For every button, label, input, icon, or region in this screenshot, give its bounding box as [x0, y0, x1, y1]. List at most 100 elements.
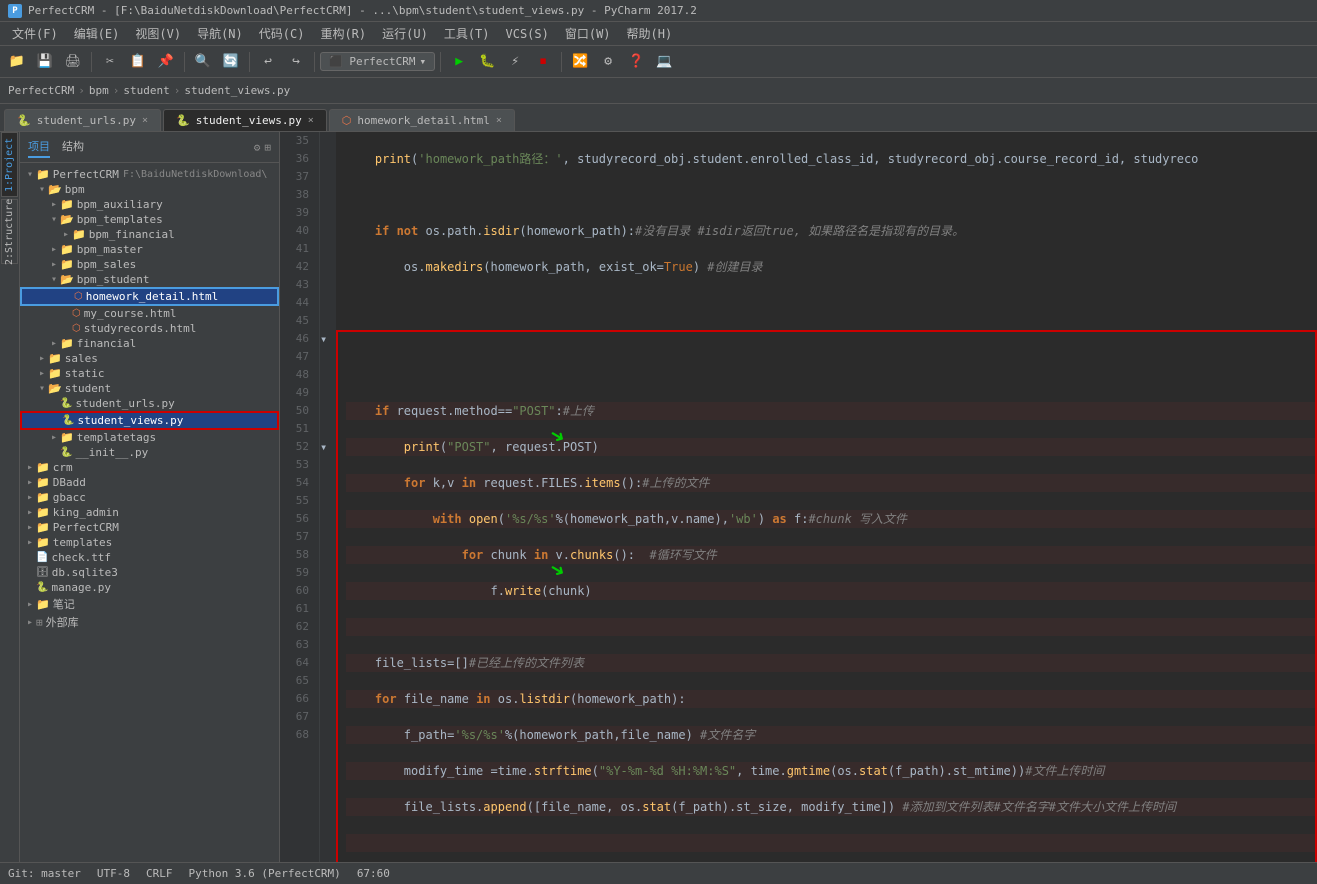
code-line-52: modify_time =time.strftime("%Y-%m-%d %H:…	[346, 762, 1317, 780]
undo-btn[interactable]: ↩	[255, 49, 281, 75]
tree-item-studyrecords[interactable]: ⬡ studyrecords.html	[20, 321, 279, 336]
save-btn[interactable]: 💾	[32, 49, 58, 75]
tree-item-sqlite[interactable]: 🗄 db.sqlite3	[20, 565, 279, 580]
tree-item-notes[interactable]: ▸ 📁 笔记	[20, 595, 279, 613]
menu-run[interactable]: 运行(U)	[374, 23, 436, 44]
html-file-icon2: ⬡	[72, 308, 81, 319]
expand-icon: ▸	[24, 522, 36, 533]
copy-btn[interactable]: 📋	[125, 49, 151, 75]
tree-item-manage[interactable]: 🐍 manage.py	[20, 580, 279, 595]
menu-navigate[interactable]: 导航(N)	[189, 23, 251, 44]
code-editor[interactable]: 35 36 37 38 39 40 41 42 43 44 45 46 47 4…	[280, 132, 1317, 884]
terminal-btn[interactable]: 💻	[651, 49, 677, 75]
project-tab[interactable]: 1:Project	[1, 132, 18, 197]
paste-btn[interactable]: 📌	[153, 49, 179, 75]
tree-item-financial[interactable]: ▸ 📁 financial	[20, 336, 279, 351]
menu-file[interactable]: 文件(F)	[4, 23, 66, 44]
tab-student-urls[interactable]: 🐍 student_urls.py ×	[4, 109, 161, 131]
ln-64: 64	[280, 654, 313, 672]
code-line-36	[346, 186, 1317, 204]
tree-item-bpm-auxiliary[interactable]: ▸ 📁 bpm_auxiliary	[20, 197, 279, 212]
tree-item-bpm-sales[interactable]: ▸ 📁 bpm_sales	[20, 257, 279, 272]
tree-item-perfectcrm2[interactable]: ▸ 📁 PerfectCRM	[20, 520, 279, 535]
redo-btn[interactable]: ↪	[283, 49, 309, 75]
tree-label: king_admin	[53, 506, 119, 519]
replace-btn[interactable]: 🔄	[218, 49, 244, 75]
expand-action[interactable]: ⊞	[264, 141, 271, 154]
tree-item-templates[interactable]: ▸ 📁 templates	[20, 535, 279, 550]
help-icon-btn[interactable]: ❓	[623, 49, 649, 75]
tree-item-perfectcrm[interactable]: ▾ 📁 PerfectCRM F:\BaiduNetdiskDownload\	[20, 167, 279, 182]
close-icon2[interactable]: ×	[308, 115, 314, 126]
structure-tab-item[interactable]: 结构	[62, 136, 84, 158]
breadcrumb-bpm[interactable]: bpm	[89, 84, 109, 97]
tree-label: crm	[53, 461, 73, 474]
tree-item-checkttf[interactable]: 📄 check.ttf	[20, 550, 279, 565]
tree-item-student[interactable]: ▾ 📂 student	[20, 381, 279, 396]
tree-item-bpm-master[interactable]: ▸ 📁 bpm_master	[20, 242, 279, 257]
tree-item-bpm[interactable]: ▾ 📂 bpm	[20, 182, 279, 197]
gutter-line-39	[320, 204, 336, 222]
tree-item-init[interactable]: 🐍 __init__.py	[20, 445, 279, 460]
open-folder-btn[interactable]: 📁	[4, 49, 30, 75]
project-dropdown[interactable]: ⬛ PerfectCRM ▾	[320, 52, 435, 71]
structure-tab[interactable]: 2:Structure	[1, 199, 18, 264]
tree-item-sales[interactable]: ▸ 📁 sales	[20, 351, 279, 366]
print-btn[interactable]: 🖨	[60, 49, 86, 75]
code-content[interactable]: print('homework_path路径：', studyrecord_ob…	[336, 132, 1317, 884]
menu-help[interactable]: 帮助(H)	[619, 23, 681, 44]
run-config-btn[interactable]: ⚡	[502, 49, 528, 75]
tree-item-dbadd[interactable]: ▸ 📁 DBadd	[20, 475, 279, 490]
search-btn[interactable]: 🔍	[190, 49, 216, 75]
tree-item-external-libs[interactable]: ▸ ⊞ 外部库	[20, 613, 279, 631]
ln-45: 45	[280, 312, 313, 330]
ln-47: 47	[280, 348, 313, 366]
debug-btn[interactable]: 🐛	[474, 49, 500, 75]
tree-item-my-course[interactable]: ⬡ my_course.html	[20, 306, 279, 321]
tree-item-bpm-templates[interactable]: ▾ 📂 bpm_templates	[20, 212, 279, 227]
menu-code[interactable]: 代码(C)	[251, 23, 313, 44]
expand-icon: ▸	[24, 617, 36, 628]
tree-item-bpm-financial[interactable]: ▸ 📁 bpm_financial	[20, 227, 279, 242]
tab-homework-detail[interactable]: ⬡ homework_detail.html ×	[329, 109, 515, 131]
status-git: Git: master	[8, 867, 81, 880]
menu-refactor[interactable]: 重构(R)	[312, 23, 374, 44]
tree-item-static[interactable]: ▸ 📁 static	[20, 366, 279, 381]
vcs-btn[interactable]: 🔀	[567, 49, 593, 75]
settings-action[interactable]: ⚙	[254, 141, 261, 154]
gutter-line-62	[320, 618, 336, 636]
tree-item-homework-detail[interactable]: ⬡ homework_detail.html	[20, 287, 279, 306]
project-tab-item[interactable]: 项目	[28, 136, 50, 158]
folder-icon: 📁	[48, 352, 62, 365]
cut-btn[interactable]: ✂	[97, 49, 123, 75]
code-line-42: if request.method=="POST":#上传	[346, 402, 1317, 420]
tree-item-gbacc[interactable]: ▸ 📁 gbacc	[20, 490, 279, 505]
menu-window[interactable]: 窗口(W)	[557, 23, 619, 44]
tree-item-crm[interactable]: ▸ 📁 crm	[20, 460, 279, 475]
tree-item-student-views[interactable]: 🐍 student_views.py	[20, 411, 279, 430]
gutter-line-54	[320, 474, 336, 492]
tree-item-student-urls[interactable]: 🐍 student_urls.py	[20, 396, 279, 411]
tree-path: F:\BaiduNetdiskDownload\	[123, 169, 268, 180]
menu-view[interactable]: 视图(V)	[127, 23, 189, 44]
menu-edit[interactable]: 编辑(E)	[66, 23, 128, 44]
sep4	[314, 52, 315, 72]
close-icon3[interactable]: ×	[496, 115, 502, 126]
tree-item-templatetags[interactable]: ▸ 📁 templatetags	[20, 430, 279, 445]
menu-vcs[interactable]: VCS(S)	[498, 25, 557, 43]
breadcrumb-perfectcrm[interactable]: PerfectCRM	[8, 84, 74, 97]
menu-tools[interactable]: 工具(T)	[436, 23, 498, 44]
tree-item-king-admin[interactable]: ▸ 📁 king_admin	[20, 505, 279, 520]
breadcrumb-file[interactable]: student_views.py	[184, 84, 290, 97]
close-icon[interactable]: ×	[142, 115, 148, 126]
tree-item-bpm-student[interactable]: ▾ 📂 bpm_student	[20, 272, 279, 287]
tab-student-views[interactable]: 🐍 student_views.py ×	[163, 109, 327, 131]
folder-icon: 📁	[36, 461, 50, 474]
tree-label: check.ttf	[51, 551, 111, 564]
ln-40: 40	[280, 222, 313, 240]
breadcrumb-student[interactable]: student	[123, 84, 169, 97]
settings-btn[interactable]: ⚙	[595, 49, 621, 75]
gutter-line-59	[320, 564, 336, 582]
stop-btn[interactable]: ⏹	[530, 49, 556, 75]
run-btn[interactable]: ▶	[446, 49, 472, 75]
